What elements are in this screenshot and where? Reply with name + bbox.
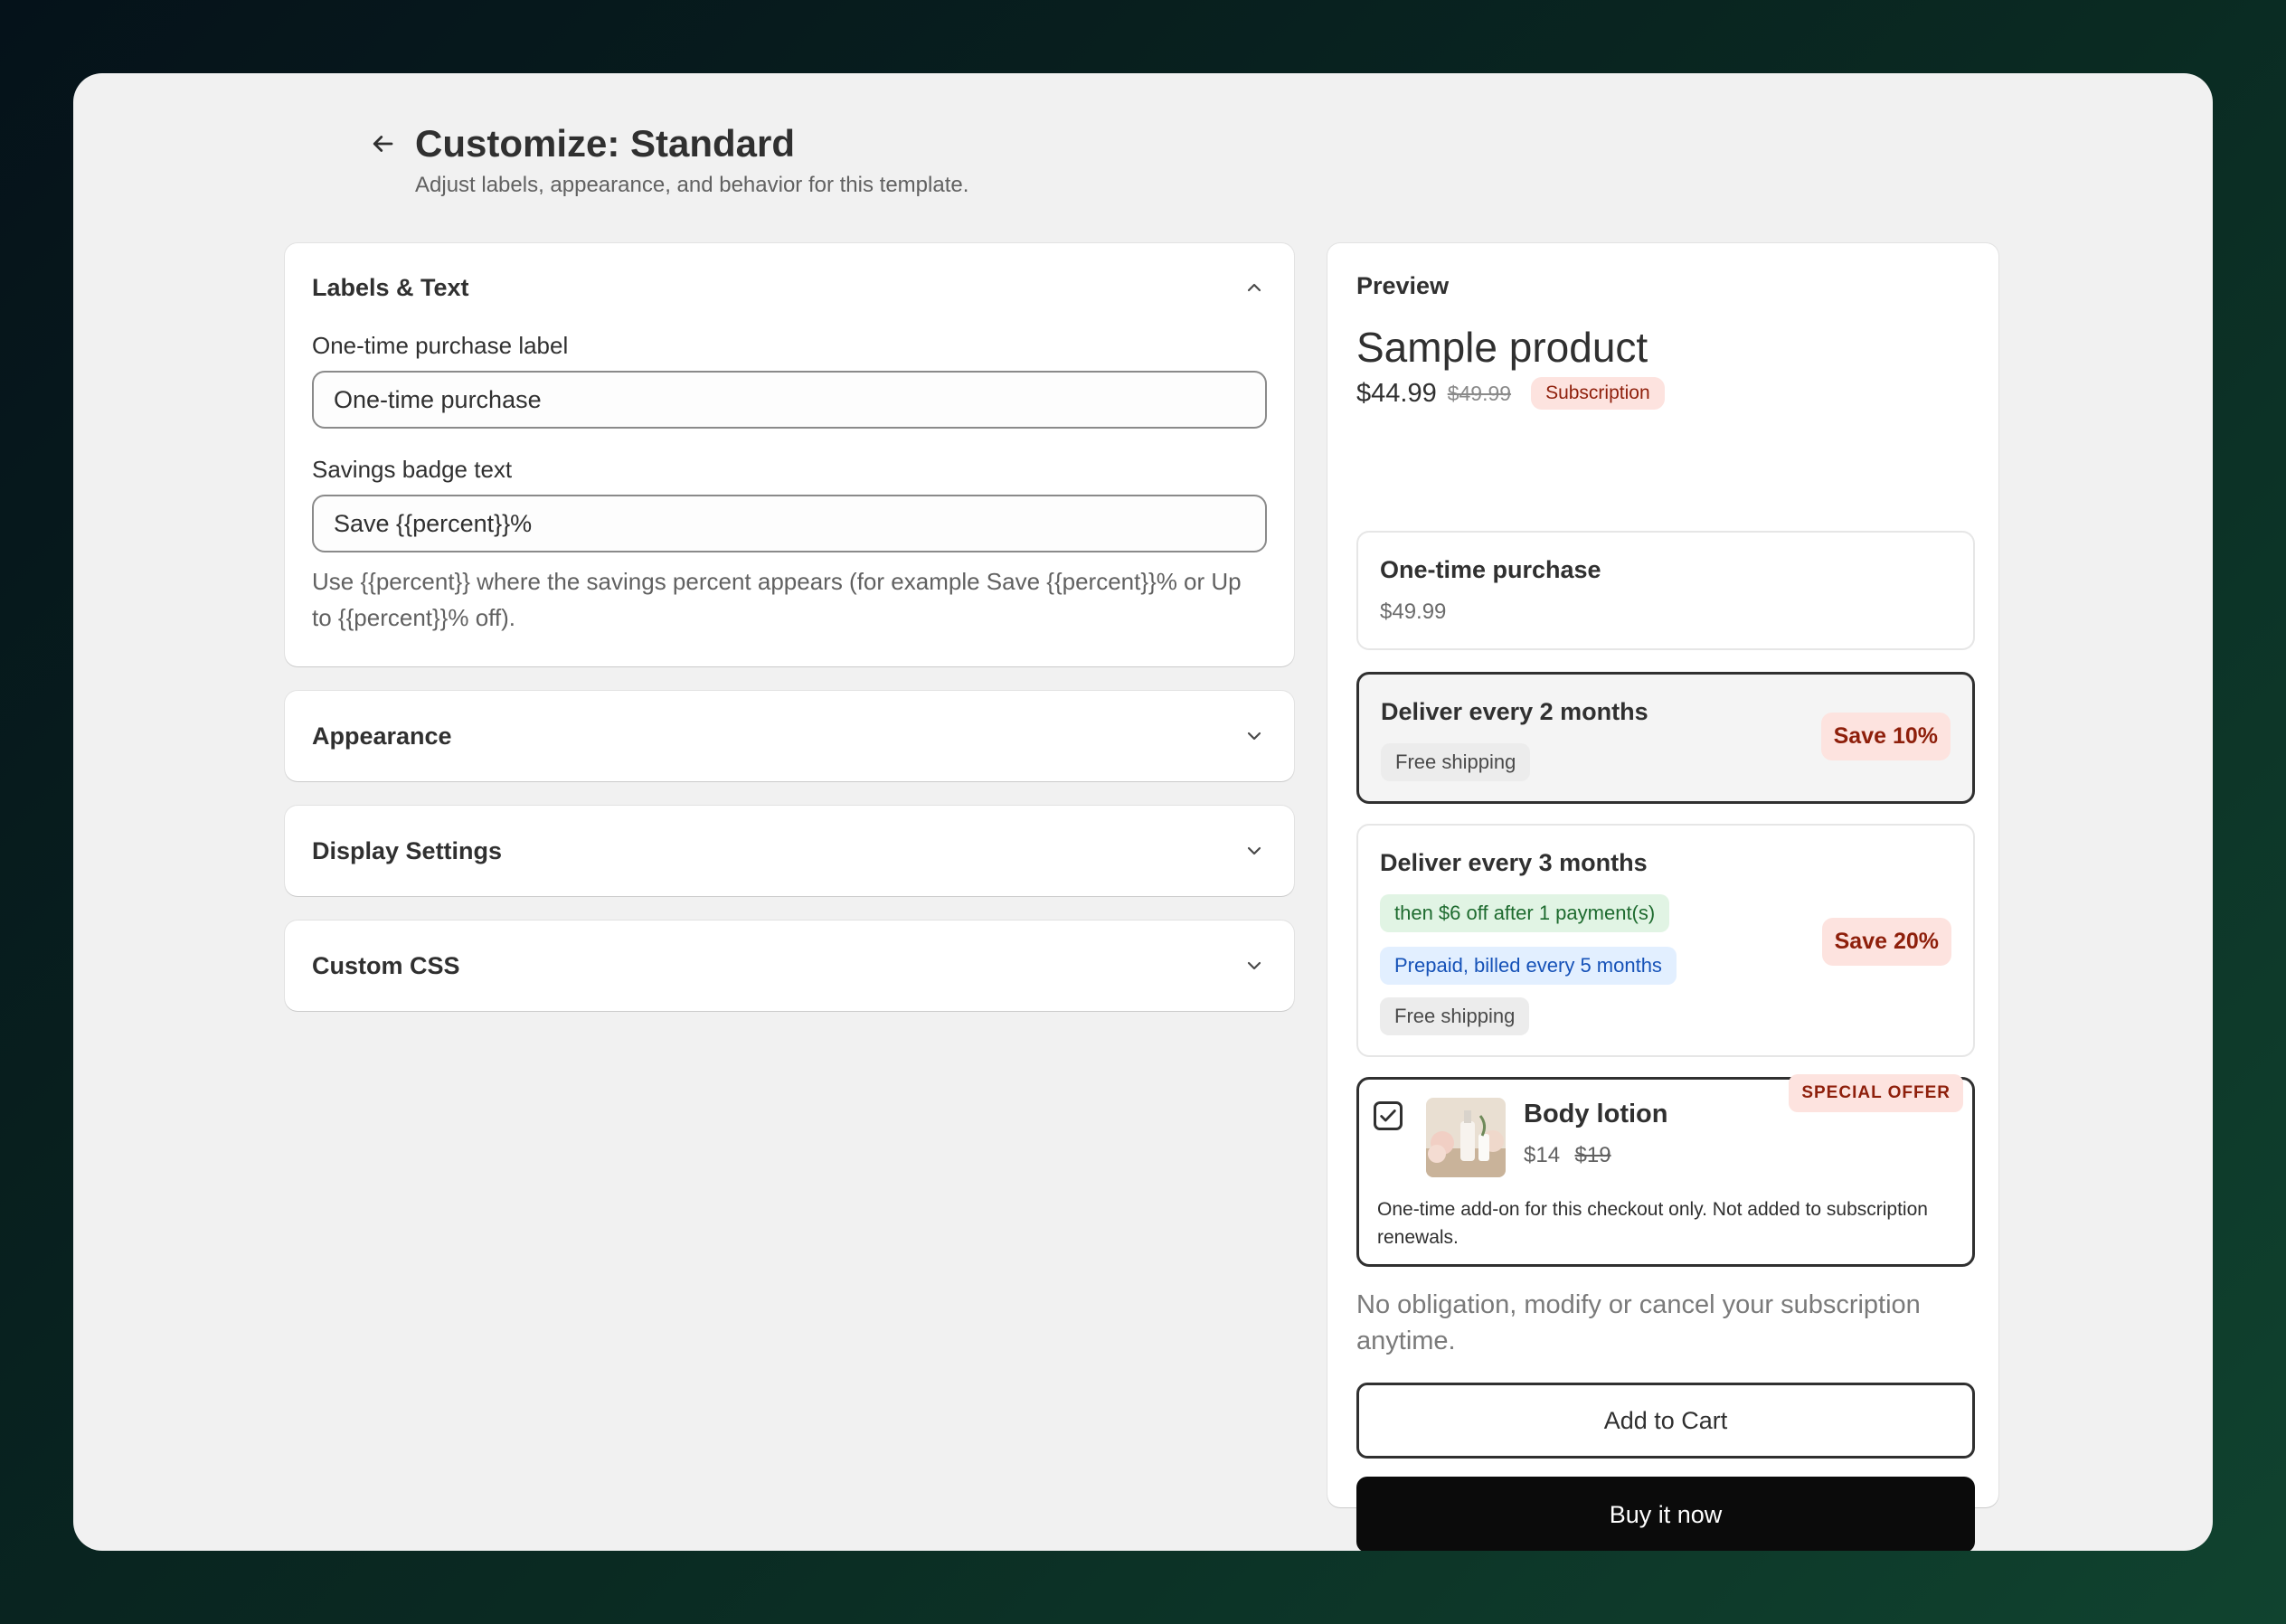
option-title: One-time purchase — [1380, 556, 1601, 583]
offer-compare-price: $19 — [1574, 1143, 1611, 1167]
display-settings-title: Display Settings — [312, 836, 503, 864]
discount-chip: then $6 off after 1 payment(s) — [1380, 894, 1670, 932]
purchase-option-every-3-months[interactable]: Deliver every 3 months then $6 off after… — [1356, 824, 1975, 1057]
subscription-disclaimer: No obligation, modify or cancel your sub… — [1356, 1290, 1921, 1355]
savings-help-text: Use {{percent}} where the savings percen… — [312, 568, 1242, 631]
offer-note: One-time add-on for this checkout only. … — [1377, 1199, 1928, 1248]
chevron-down-icon — [1242, 723, 1267, 749]
purchase-option-every-2-months[interactable]: Deliver every 2 months Free shipping Sav… — [1356, 672, 1975, 804]
labels-text-body: One-time purchase label Savings badge te… — [285, 332, 1294, 666]
labels-text-header[interactable]: Labels & Text — [285, 243, 1294, 332]
offer-price-row: $14 $19 — [1524, 1143, 1611, 1168]
product-title: Sample product — [1356, 324, 1648, 371]
display-settings-card[interactable]: Display Settings — [285, 806, 1294, 896]
settings-column: Labels & Text One-time purchase label Sa… — [285, 243, 1294, 1035]
save-badge: Save 20% — [1821, 918, 1951, 966]
product-thumbnail — [1426, 1098, 1506, 1177]
app-window: Customize: Standard Adjust labels, appea… — [73, 73, 2213, 1551]
back-button[interactable] — [363, 124, 402, 164]
one-time-label-caption: One-time purchase label — [312, 332, 569, 359]
one-time-label-input[interactable] — [312, 371, 1267, 429]
chevron-up-icon — [1242, 275, 1267, 300]
chevron-down-icon — [1242, 838, 1267, 864]
option-price: $49.99 — [1380, 600, 1447, 624]
prepaid-chip: Prepaid, billed every 5 months — [1380, 947, 1677, 985]
labels-text-card: Labels & Text One-time purchase label Sa… — [285, 243, 1294, 666]
custom-css-card[interactable]: Custom CSS — [285, 921, 1294, 1011]
offer-price: $14 — [1524, 1143, 1561, 1167]
option-title: Deliver every 3 months — [1380, 849, 1648, 876]
appearance-header[interactable]: Appearance — [285, 691, 1294, 781]
special-offer-flag: SPECIAL OFFER — [1789, 1074, 1963, 1112]
savings-badge-caption: Savings badge text — [312, 456, 513, 483]
offer-checkbox[interactable] — [1374, 1101, 1403, 1130]
option-title: Deliver every 2 months — [1381, 698, 1648, 725]
appearance-title: Appearance — [312, 722, 452, 750]
save-badge: Save 10% — [1820, 713, 1951, 760]
price-row: $44.99 $49.99 Subscription — [1356, 377, 1665, 410]
savings-badge-input[interactable] — [312, 495, 1267, 552]
free-shipping-chip: Free shipping — [1380, 997, 1530, 1035]
subscription-badge: Subscription — [1531, 377, 1665, 410]
custom-css-header[interactable]: Custom CSS — [285, 921, 1294, 1011]
preview-panel: Preview Sample product $44.99 $49.99 Sub… — [1327, 243, 1998, 1551]
purchase-option-one-time[interactable]: One-time purchase $49.99 — [1356, 531, 1975, 650]
arrow-left-icon — [373, 136, 393, 152]
product-compare-price: $49.99 — [1447, 381, 1512, 405]
appearance-card[interactable]: Appearance — [285, 691, 1294, 781]
special-offer-card: SPECIAL OFFER Body lotion $14 $19 One-ti… — [1356, 1074, 1975, 1267]
free-shipping-chip: Free shipping — [1381, 743, 1531, 781]
checkmark-icon — [1380, 1109, 1396, 1122]
page-title: Customize: Standard — [415, 122, 796, 165]
display-settings-header[interactable]: Display Settings — [285, 806, 1294, 896]
offer-product-name: Body lotion — [1524, 1100, 1668, 1128]
add-to-cart-button[interactable]: Add to Cart — [1356, 1383, 1975, 1459]
buy-now-button[interactable]: Buy it now — [1356, 1477, 1975, 1551]
chevron-down-icon — [1242, 953, 1267, 978]
page-subtitle: Adjust labels, appearance, and behavior … — [415, 173, 969, 197]
preview-heading: Preview — [1356, 272, 1450, 299]
custom-css-title: Custom CSS — [312, 951, 460, 979]
product-price: $44.99 — [1356, 378, 1437, 408]
labels-text-title: Labels & Text — [312, 273, 469, 301]
